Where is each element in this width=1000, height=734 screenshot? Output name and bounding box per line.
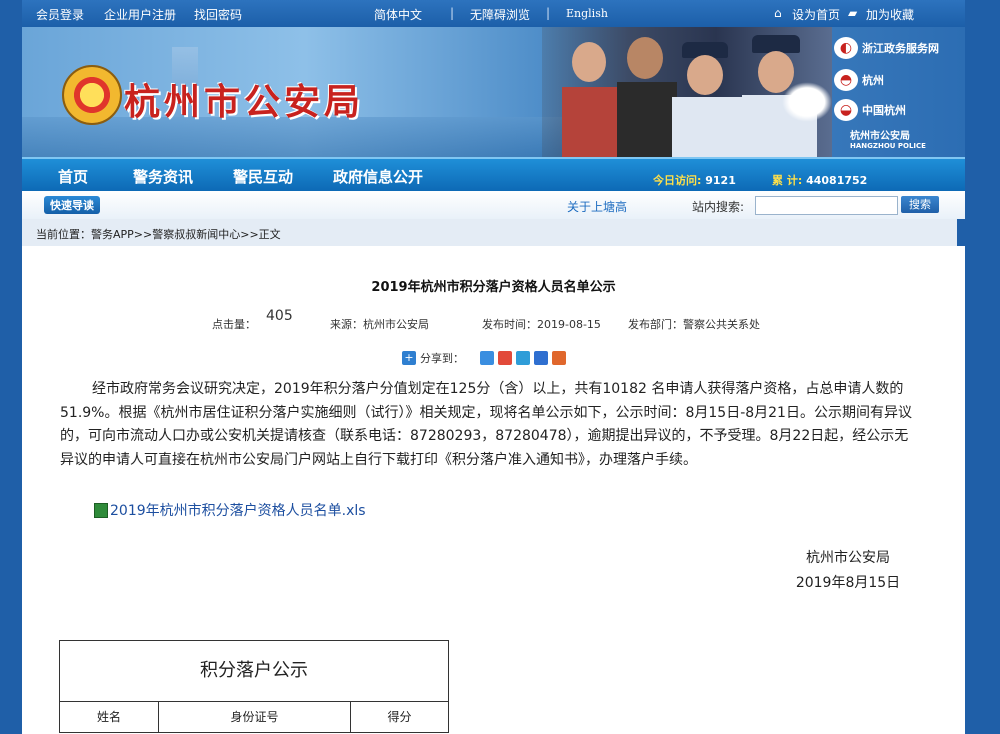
- publish-department: 发布部门：警察公共关系处: [628, 318, 760, 331]
- sign-date: 2019年8月15日: [795, 575, 901, 591]
- share-plus-icon[interactable]: +: [402, 351, 416, 365]
- tencent-weibo-share-icon[interactable]: [516, 351, 530, 365]
- simplified-chinese-link[interactable]: 简体中文: [374, 6, 422, 23]
- page: 会员登录 企业用户注册 找回密码 简体中文 | 无障碍浏览 | English …: [22, 0, 965, 734]
- banner: 杭州市公安局 ◐ 浙江政务服务网 ◓ 杭州 ◒ 中国杭州 杭州市公安局 HANGZHO…: [22, 27, 965, 157]
- hangzhou-logo-icon: ◓: [834, 69, 858, 91]
- member-login-link[interactable]: 会员登录: [36, 6, 84, 23]
- search-button[interactable]: 搜索: [901, 196, 939, 213]
- renren-share-icon[interactable]: [534, 351, 548, 365]
- recover-password-link[interactable]: 找回密码: [194, 6, 242, 23]
- search-label: 站内搜索:: [692, 200, 745, 214]
- attachment-filename[interactable]: 2019年杭州市积分落户资格人员名单.xls: [110, 500, 366, 520]
- breadcrumb-bar: 当前位置：警务APP>>警察叔叔新闻中心>>正文: [22, 219, 957, 247]
- attachment-link[interactable]: 2019年杭州市积分落户资格人员名单.xls: [94, 500, 366, 520]
- top-bar: 会员登录 企业用户注册 找回密码 简体中文 | 无障碍浏览 | English …: [22, 0, 965, 27]
- add-favorite-link[interactable]: 加为收藏: [866, 6, 914, 23]
- breadcrumb: 当前位置：警务APP>>警察叔叔新闻中心>>正文: [36, 228, 281, 241]
- zhejiang-logo-icon: ◐: [834, 37, 858, 59]
- column-header-name: 姓名: [60, 702, 159, 732]
- column-header-id: 身份证号: [159, 702, 351, 732]
- excel-file-icon: [94, 502, 108, 518]
- accessible-browse-link[interactable]: 无障碍浏览: [470, 6, 530, 23]
- divider: |: [450, 6, 455, 20]
- home-icon: ⌂: [774, 6, 782, 20]
- kaixin-share-icon[interactable]: [552, 351, 566, 365]
- hits-value: 405: [266, 308, 293, 324]
- nav-home[interactable]: 首页: [58, 166, 88, 187]
- china-hangzhou-logo[interactable]: ◒ 中国杭州: [834, 99, 954, 121]
- signature-block: 杭州市公安局 2019年8月15日: [768, 546, 928, 596]
- table-title: 积分落户公示: [60, 641, 448, 702]
- list-table: 积分落户公示 姓名 身份证号 得分: [59, 640, 449, 733]
- article-source: 来源：杭州市公安局: [330, 318, 429, 331]
- nav-police-news[interactable]: 警务资讯: [133, 166, 193, 187]
- nav-police-public-interaction[interactable]: 警民互动: [233, 166, 293, 187]
- folder-icon: ▰: [848, 6, 858, 20]
- site-title: 杭州市公安局: [124, 81, 365, 123]
- china-hangzhou-icon: ◒: [834, 99, 858, 121]
- nav-gov-info-disclosure[interactable]: 政府信息公开: [333, 166, 423, 187]
- about-link[interactable]: 关于上塘高: [567, 198, 627, 215]
- hz-police-logo[interactable]: 杭州市公安局 HANGZHOU POLICE: [850, 127, 965, 150]
- dove-image: [782, 82, 832, 122]
- today-visits: 今日访问: 9121: [653, 174, 736, 187]
- share-label: 分享到：: [420, 352, 464, 365]
- divider: |: [546, 6, 551, 20]
- hits-label: 点击量：: [212, 318, 256, 331]
- police-emblem-icon: [62, 65, 122, 125]
- main-nav: 首页 警务资讯 警民互动 政府信息公开 今日访问: 9121 累 计: 4408…: [22, 157, 965, 193]
- search-input[interactable]: [755, 196, 898, 215]
- total-visits: 累 计: 44081752: [772, 174, 868, 187]
- hangzhou-logo[interactable]: ◓ 杭州: [834, 69, 954, 91]
- qzone-share-icon[interactable]: [480, 351, 494, 365]
- column-header-score: 得分: [387, 710, 412, 724]
- enterprise-register-link[interactable]: 企业用户注册: [104, 6, 176, 23]
- article-area: 2019年杭州市积分落户资格人员名单公示 点击量： 405 来源：杭州市公安局 …: [22, 246, 965, 734]
- article-title: 2019年杭州市积分落户资格人员名单公示: [371, 280, 616, 295]
- zhejiang-gov-service-logo[interactable]: ◐ 浙江政务服务网: [834, 37, 954, 59]
- search-row: 快速导读 关于上塘高 站内搜索: 搜索: [22, 191, 965, 219]
- weibo-share-icon[interactable]: [498, 351, 512, 365]
- share-bar: + 分享到：: [402, 350, 566, 366]
- publish-time: 发布时间：2019-08-15: [482, 318, 601, 331]
- set-home-link[interactable]: 设为首页: [792, 6, 840, 23]
- quick-nav-badge[interactable]: 快速导读: [44, 196, 100, 214]
- partner-logos: ◐ 浙江政务服务网 ◓ 杭州 ◒ 中国杭州 杭州市公安局 HANGZHOU POLIC…: [834, 27, 965, 157]
- english-link[interactable]: English: [566, 7, 608, 20]
- table-header-row: 姓名 身份证号 得分: [60, 702, 448, 732]
- article-body: 经市政府常务会议研究决定，2019年积分落户分值划定在125分（含）以上，共有1…: [60, 381, 912, 468]
- sign-org: 杭州市公安局: [806, 550, 890, 566]
